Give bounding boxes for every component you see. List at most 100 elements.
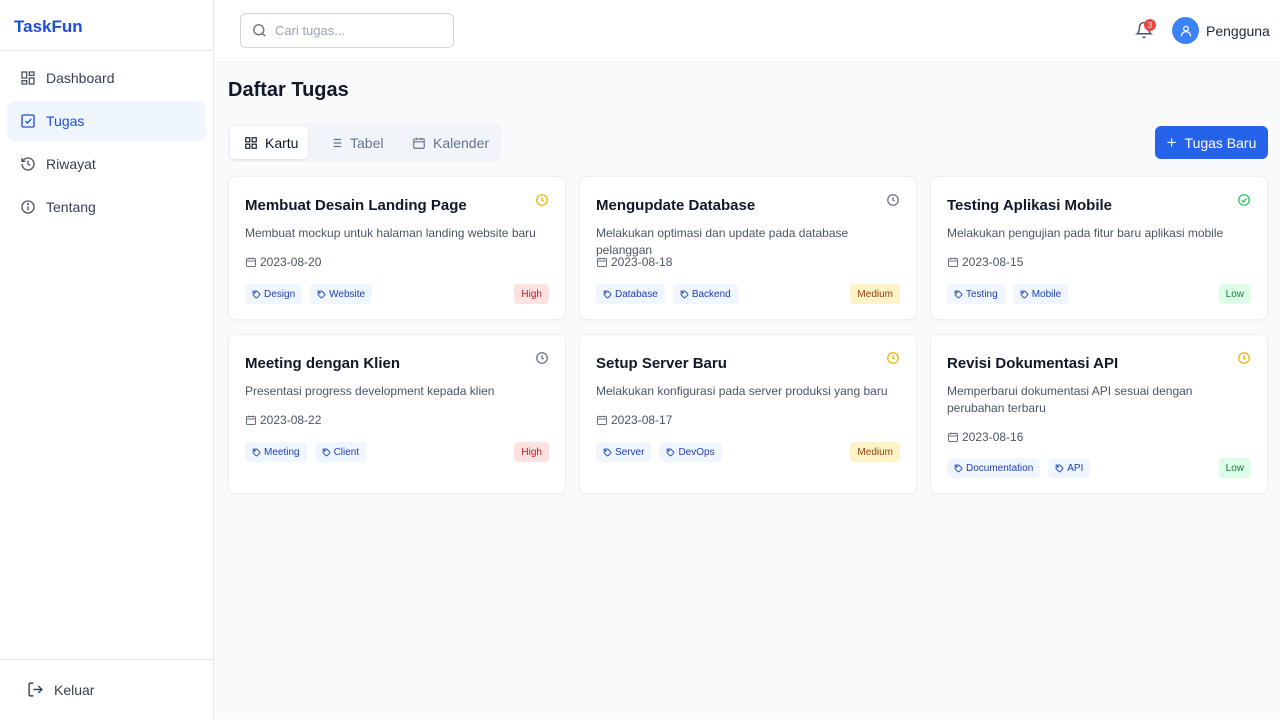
tag-chip[interactable]: Client [314,442,367,462]
tab-label: Kalender [433,134,490,151]
tag-label: Design [264,288,296,300]
task-card[interactable]: Revisi Dokumentasi API Memperbarui dokume… [930,334,1268,494]
tag-chip[interactable]: Documentation [947,458,1041,478]
task-card[interactable]: Testing Aplikasi Mobile Melakukan penguji… [930,176,1268,320]
tab-tabel[interactable]: Tabel [308,126,392,159]
sidebar: TaskFun Dashboard Tugas Riwayat Tentang [0,0,214,719]
dashboard-icon [20,70,36,86]
checkbox-icon [20,113,36,129]
tag-chip[interactable]: Backend [672,284,738,304]
tag-icon [603,448,615,457]
tag-label: Client [333,446,360,458]
view-tabs: Kartu Tabel Kalender [228,123,501,162]
tag-label: Testing [966,288,998,300]
tag-chip[interactable]: API [1048,458,1091,478]
task-description: Melakukan pengujian pada fitur baru apli… [947,226,1224,240]
sidebar-nav: Dashboard Tugas Riwayat Tentang [0,51,213,227]
tag-label: Server [615,446,645,458]
tag-icon [954,464,966,473]
calendar-icon [596,414,611,426]
search-box[interactable] [240,13,454,48]
task-description: Presentasi progress development kepada k… [245,384,495,398]
logout-button[interactable]: Keluar [0,659,213,719]
user-menu[interactable]: Pengguna [1172,17,1270,44]
task-description: Memperbarui dokumentasi API sesuai denga… [947,384,1193,415]
task-date-text: 2023-08-20 [260,255,322,269]
sidebar-item-label: Tentang [46,199,96,215]
history-icon [20,156,36,172]
priority-badge: Medium [850,284,900,304]
avatar [1172,17,1199,44]
task-card[interactable]: Setup Server Baru Melakukan konfigurasi p… [579,334,917,494]
task-card[interactable]: Membuat Desain Landing Page Membuat mocku… [228,176,566,320]
task-title: Mengupdate Database [596,197,756,214]
priority-badge: High [514,442,549,462]
task-card[interactable]: Mengupdate Database Melakukan optimasi da… [579,176,917,320]
task-date: 2023-08-18 [596,255,672,269]
notification-button[interactable]: 3 [1134,19,1156,41]
topbar: 3 Pengguna [214,0,1280,62]
tab-kartu[interactable]: Kartu [230,126,308,159]
tag-icon [680,290,692,299]
task-card[interactable]: Meeting dengan Klien Presentasi progress … [228,334,566,494]
calendar-icon [947,431,962,443]
task-date-text: 2023-08-16 [962,430,1024,444]
calendar-icon [245,256,260,268]
plus-icon: + [1166,133,1177,152]
calendar-icon [413,137,425,149]
tag-label: Documentation [966,462,1034,474]
priority-badge: High [514,284,549,304]
new-task-label: Tugas Baru [1184,134,1257,151]
tag-label: Meeting [264,446,300,458]
sidebar-item-label: Dashboard [46,70,115,86]
tag-chip[interactable]: Design [245,284,303,304]
tag-chip[interactable]: Database [596,284,665,304]
sidebar-item-tugas[interactable]: Tugas [7,101,206,141]
sidebar-item-tentang[interactable]: Tentang [7,187,206,227]
page-title: Daftar Tugas [228,79,349,101]
task-description: Membuat mockup untuk halaman landing web… [245,226,536,240]
clock-icon [535,193,549,207]
tag-chip[interactable]: Meeting [245,442,307,462]
tag-chip[interactable]: Testing [947,284,1005,304]
tag-icon [252,290,264,299]
tag-icon [1055,464,1067,473]
list-icon [330,138,342,147]
calendar-icon [947,256,962,268]
tag-label: Backend [691,288,731,300]
tag-chip[interactable]: Server [596,442,652,462]
search-input[interactable] [275,23,435,38]
sidebar-item-label: Tugas [46,113,85,129]
tag-label: DevOps [678,446,715,458]
app-logo[interactable]: TaskFun [0,0,213,51]
calendar-icon [245,414,260,426]
tag-chip[interactable]: Mobile [1012,284,1069,304]
task-tags: Design Website [245,284,380,304]
task-tags: Meeting Client [245,442,374,462]
tab-kalender[interactable]: Kalender [392,126,497,159]
grid-icon [245,136,257,149]
sidebar-item-riwayat[interactable]: Riwayat [7,144,206,184]
tag-label: Database [615,288,658,300]
tag-icon [1020,290,1032,299]
task-date-text: 2023-08-17 [611,413,673,427]
task-description: Melakukan optimasi dan update pada datab… [596,226,849,257]
priority-badge: Low [1218,458,1251,478]
clock-icon [886,351,900,365]
tag-chip[interactable]: Website [310,284,373,304]
task-tags: Documentation API [947,458,1098,478]
sidebar-item-dashboard[interactable]: Dashboard [7,58,206,98]
new-task-button[interactable]: + Tugas Baru [1155,126,1268,159]
tab-label: Kartu [265,134,299,151]
tab-label: Tabel [350,134,384,151]
task-date: 2023-08-20 [245,255,321,269]
tag-label: Mobile [1031,288,1062,300]
task-title: Membuat Desain Landing Page [245,197,467,214]
tag-chip[interactable]: DevOps [659,442,722,462]
calendar-icon [596,256,611,268]
task-tags: Testing Mobile [947,284,1076,304]
clock-icon [886,193,900,207]
info-icon [20,199,36,215]
tag-icon [666,448,678,457]
user-name: Pengguna [1206,22,1270,39]
